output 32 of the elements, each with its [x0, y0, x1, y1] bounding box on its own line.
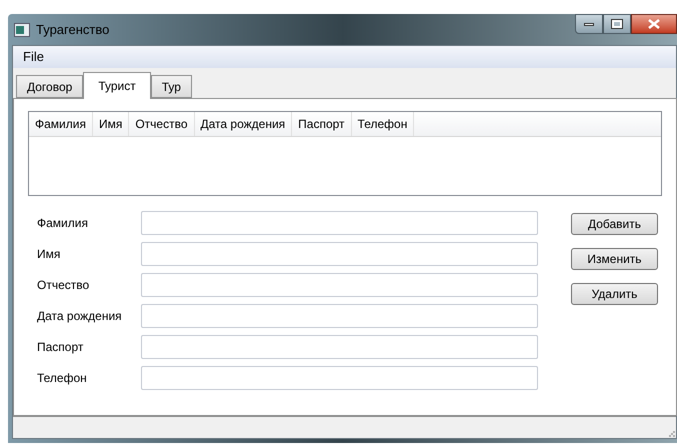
action-button[interactable]: Изменить: [571, 248, 658, 270]
minimize-button[interactable]: [575, 14, 603, 34]
input-field[interactable]: [141, 366, 538, 390]
field-label: Отчество: [37, 277, 90, 294]
maximize-button[interactable]: [603, 14, 631, 34]
resize-grip-icon[interactable]: [669, 431, 675, 437]
action-button[interactable]: Добавить: [571, 213, 658, 235]
input-field[interactable]: [141, 304, 538, 328]
input-field[interactable]: [141, 273, 538, 297]
column-header[interactable]: Фамилия: [29, 112, 93, 136]
field-label: Фамилия: [37, 215, 89, 232]
window-title: Турагенство: [36, 20, 110, 39]
tab[interactable]: Турист: [83, 72, 151, 99]
column-header[interactable]: Паспорт: [292, 112, 352, 136]
column-header[interactable]: Отчество: [129, 112, 194, 136]
input-field[interactable]: [141, 242, 538, 266]
field-label: Телефон: [37, 370, 88, 387]
field-label: Дата рождения: [37, 308, 123, 325]
input-field[interactable]: [141, 211, 538, 235]
close-icon: [648, 19, 660, 29]
app-icon: [14, 22, 30, 36]
field-label: Имя: [37, 246, 62, 263]
tab[interactable]: Тур: [150, 75, 192, 98]
close-button[interactable]: [631, 14, 677, 34]
column-header[interactable]: Дата рождения: [194, 112, 292, 136]
input-field[interactable]: [141, 335, 538, 359]
field-label: Паспорт: [37, 339, 84, 356]
tab[interactable]: Договор: [16, 75, 84, 98]
action-button[interactable]: Удалить: [571, 283, 658, 305]
menu-item[interactable]: File: [13, 47, 54, 67]
column-header[interactable]: Телефон: [352, 112, 414, 136]
column-header[interactable]: Имя: [92, 112, 130, 136]
